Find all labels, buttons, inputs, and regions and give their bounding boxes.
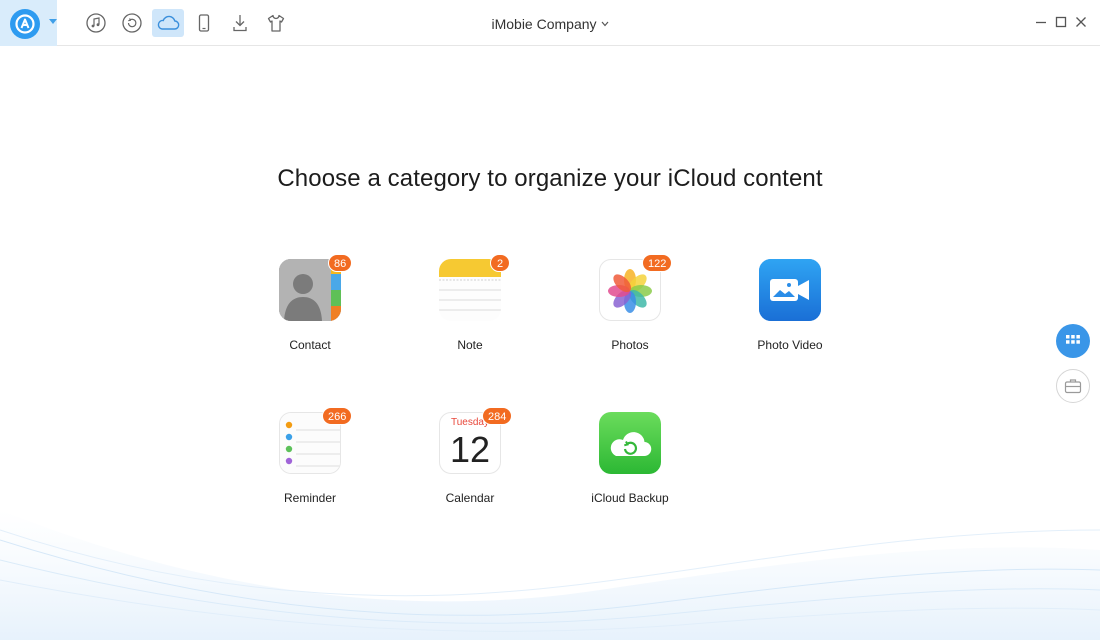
close-icon (1076, 17, 1086, 27)
toolbar-icloud-button[interactable] (152, 9, 184, 37)
category-label: Photo Video (757, 338, 823, 352)
download-icon (233, 15, 247, 32)
toolbox-button[interactable] (1056, 369, 1090, 403)
grid-icon (1066, 335, 1080, 344)
maximize-icon (1055, 16, 1067, 28)
maximize-button[interactable] (1053, 14, 1069, 30)
category-calendar[interactable]: Tuesday 12 284 Calendar (410, 407, 530, 522)
category-label: Reminder (283, 491, 337, 505)
count-badge: 2 (490, 254, 510, 272)
tshirt-icon (267, 14, 285, 32)
grid-view-button[interactable] (1056, 324, 1090, 358)
category-photo-video[interactable]: Photo Video (730, 259, 850, 369)
category-label: iCloud Backup (591, 491, 669, 505)
chevron-down-icon (49, 19, 57, 24)
minimize-icon (1036, 21, 1046, 24)
category-label: Photos (611, 338, 649, 352)
count-badge: 284 (482, 407, 513, 425)
background-waves (0, 510, 1100, 640)
count-badge: 266 (322, 407, 353, 425)
category-label: Calendar (445, 491, 495, 505)
briefcase-icon (1064, 379, 1082, 394)
device-name: iMobie Company (491, 16, 597, 32)
category-label: Contact (289, 338, 331, 352)
anytrans-logo-icon (10, 9, 40, 39)
icloud-backup-app-icon (599, 412, 661, 474)
toolbar-music-button[interactable] (80, 9, 112, 37)
toolbar-device-button[interactable] (188, 9, 220, 37)
category-note[interactable]: 2 Note (410, 254, 530, 369)
count-badge: 86 (328, 254, 353, 272)
music-note-icon (86, 13, 106, 33)
category-icloud-backup[interactable]: iCloud Backup (570, 412, 690, 522)
close-button[interactable] (1073, 14, 1089, 30)
count-badge: 122 (642, 254, 673, 272)
logo-menu-button[interactable] (0, 0, 57, 46)
device-selector[interactable]: iMobie Company (470, 14, 630, 32)
top-toolbar: iMobie Company (0, 0, 1100, 46)
chevron-down-icon (601, 14, 609, 30)
calendar-date: 12 (449, 429, 491, 470)
restore-icon (122, 13, 142, 33)
phone-icon (198, 14, 210, 32)
toolbar-ringtone-button[interactable] (260, 9, 292, 37)
category-label: Note (457, 338, 483, 352)
minimize-button[interactable] (1033, 14, 1049, 30)
toolbar-download-button[interactable] (224, 9, 256, 37)
category-reminder[interactable]: 266 Reminder (250, 407, 370, 522)
page-heading: Choose a category to organize your iClou… (277, 165, 823, 192)
category-contact[interactable]: 86 Contact (250, 254, 370, 369)
cloud-icon (157, 15, 180, 30)
toolbar-restore-button[interactable] (116, 9, 148, 37)
category-photos[interactable]: 122 Photos (570, 254, 690, 369)
app-window: iMobie Company Choose a category to orga… (0, 0, 1100, 640)
video-app-icon (759, 259, 821, 321)
